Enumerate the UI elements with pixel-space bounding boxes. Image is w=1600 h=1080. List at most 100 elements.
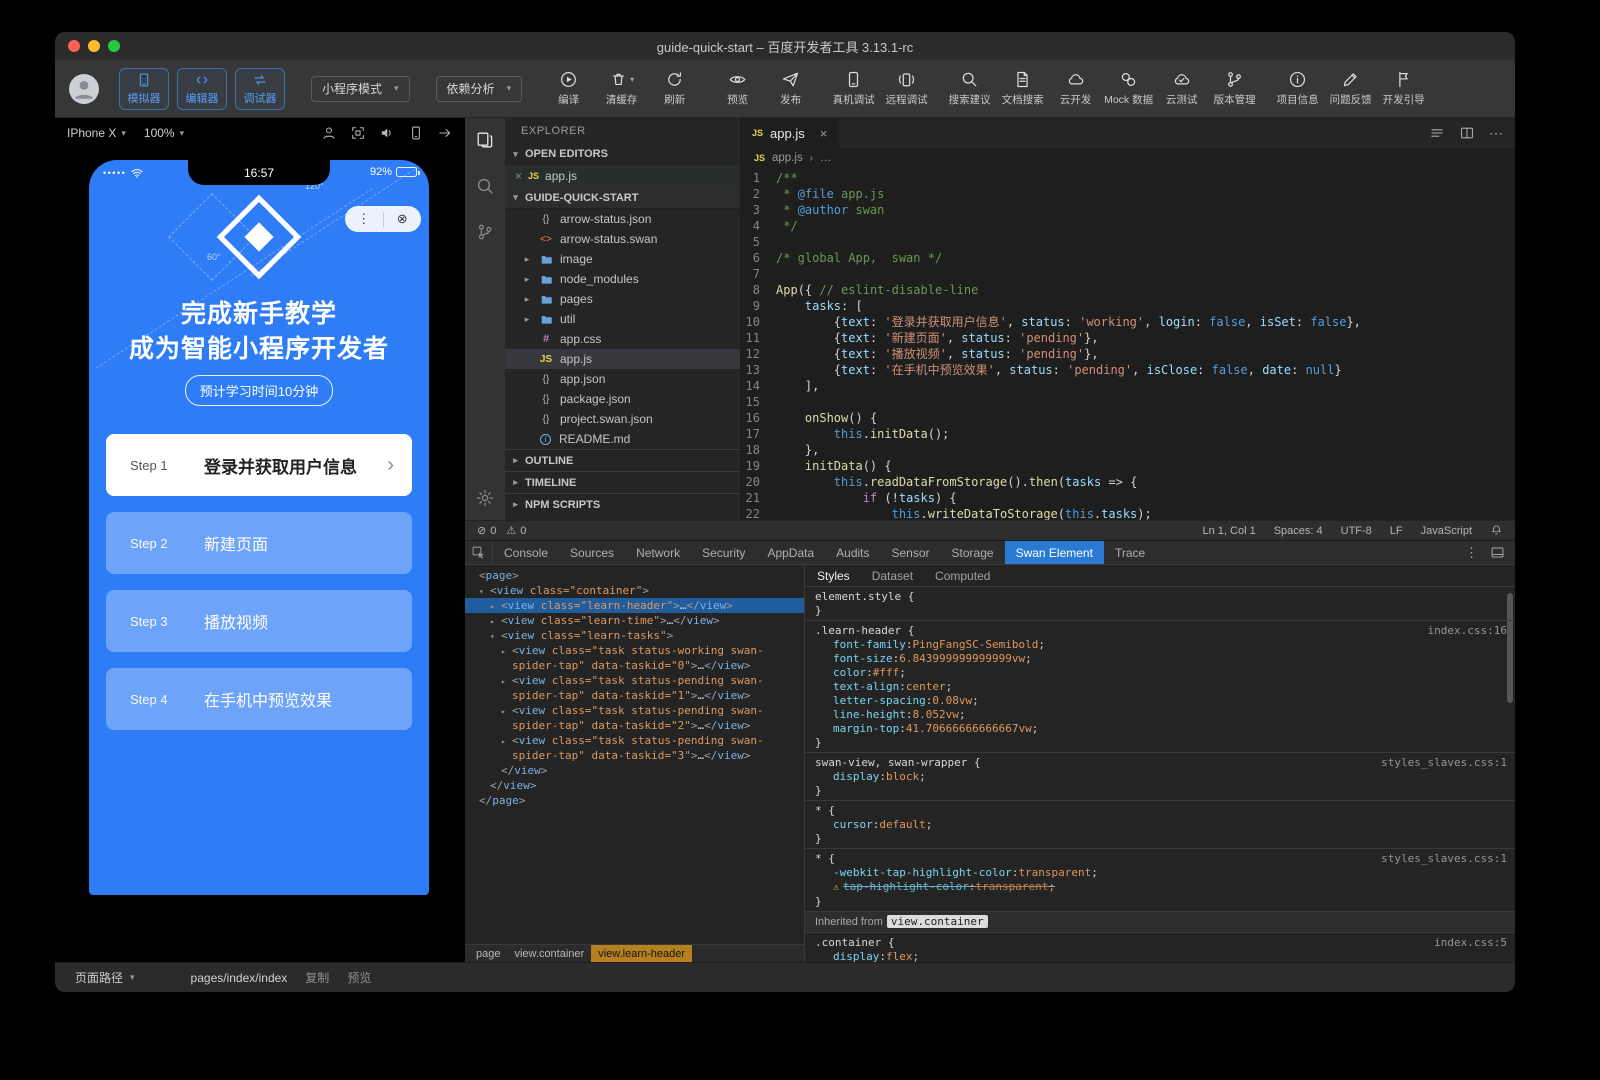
simulator-mode-button[interactable]: 模拟器: [119, 68, 169, 110]
inherited-selector-chip[interactable]: view.container: [887, 915, 988, 928]
cursor-position[interactable]: Ln 1, Col 1: [1203, 525, 1256, 537]
editor-mode-button[interactable]: 编辑器: [177, 68, 227, 110]
miniprogram-mode-dropdown[interactable]: 小程序模式 ▾: [311, 76, 410, 102]
notifications-bell-icon[interactable]: [1490, 524, 1503, 537]
dependency-analysis-dropdown[interactable]: 依赖分析 ▾: [436, 76, 523, 102]
element-node[interactable]: ▾<view class="learn-tasks">: [465, 628, 804, 643]
toolbar-action-version[interactable]: 版本管理: [1208, 70, 1261, 107]
file-util[interactable]: ▸util: [505, 309, 740, 329]
user-avatar[interactable]: [69, 74, 99, 104]
elements-breadcrumb-item[interactable]: view.container: [507, 945, 591, 963]
step-card-4[interactable]: Step 4 在手机中预览效果: [106, 668, 412, 730]
file-app.css[interactable]: #app.css: [505, 329, 740, 349]
file-project.swan.json[interactable]: {}project.swan.json: [505, 409, 740, 429]
step-card-1[interactable]: Step 1 登录并获取用户信息 ›: [106, 434, 412, 496]
zoom-window-button[interactable]: [108, 40, 120, 52]
expand-arrow-icon[interactable]: ▸: [501, 644, 506, 659]
element-node[interactable]: ▸<view class="learn-header">…</view>: [465, 598, 804, 613]
file-app.json[interactable]: {}app.json: [505, 369, 740, 389]
element-node[interactable]: ▸<view class="learn-time">…</view>: [465, 613, 804, 628]
element-node[interactable]: ▸<view class="task status-pending swan-s…: [465, 673, 804, 703]
indentation[interactable]: Spaces: 4: [1274, 525, 1323, 537]
problems-warnings[interactable]: ⚠ 0: [506, 524, 526, 537]
code-editor[interactable]: 1/**2 * @file app.js3 * @author swan4 */…: [740, 168, 1515, 520]
explorer-icon[interactable]: [475, 130, 495, 150]
close-tab-icon[interactable]: ×: [820, 126, 828, 141]
open-editor-app-js[interactable]: × JS app.js: [505, 165, 740, 187]
breadcrumb[interactable]: JS app.js › …: [740, 148, 1515, 168]
expand-arrow-icon[interactable]: ▾: [479, 584, 484, 599]
section-timeline[interactable]: ▸TIMELINE: [505, 471, 740, 493]
step-card-2[interactable]: Step 2 新建页面: [106, 512, 412, 574]
project-root-folder[interactable]: ▾ GUIDE-QUICK-START: [505, 187, 740, 209]
dock-panel-icon[interactable]: [1490, 545, 1505, 560]
capsule-menu-icon[interactable]: ⋮: [345, 206, 383, 232]
kebab-menu-icon[interactable]: ⋮: [1465, 545, 1478, 561]
close-icon[interactable]: ×: [515, 169, 522, 183]
expand-arrow-icon[interactable]: ▾: [490, 629, 495, 644]
stylesheet-link[interactable]: index.css:5: [1434, 936, 1507, 950]
devtools-tab-network[interactable]: Network: [625, 541, 691, 564]
breadcrumb-item[interactable]: …: [820, 152, 832, 164]
encoding[interactable]: UTF-8: [1341, 525, 1372, 537]
expand-arrow-icon[interactable]: ▸: [501, 734, 506, 749]
element-node[interactable]: ▾<view class="container">: [465, 583, 804, 598]
file-package.json[interactable]: {}package.json: [505, 389, 740, 409]
devtools-tab-trace[interactable]: Trace: [1104, 541, 1156, 564]
elements-breadcrumb-item[interactable]: view.learn-header: [591, 945, 692, 963]
toolbar-action-remote-debug[interactable]: 远程调试: [880, 70, 933, 107]
expand-arrow-icon[interactable]: ▸: [490, 599, 495, 614]
stylesheet-link[interactable]: styles_slaves.css:1: [1381, 756, 1507, 770]
elements-breadcrumb-item[interactable]: page: [469, 945, 507, 963]
file-arrow-status.json[interactable]: {}arrow-status.json: [505, 209, 740, 229]
expand-arrow-icon[interactable]: ▸: [490, 614, 495, 629]
toolbar-action-compile[interactable]: 编译: [542, 70, 595, 107]
toolbar-action-publish[interactable]: 发布: [764, 70, 817, 107]
element-node[interactable]: ▸<view class="task status-pending swan-s…: [465, 703, 804, 733]
section-npm-scripts[interactable]: ▸NPM SCRIPTS: [505, 493, 740, 515]
audio-icon[interactable]: [379, 125, 395, 141]
source-control-icon[interactable]: [475, 222, 495, 242]
tab-styles[interactable]: Styles: [807, 569, 860, 583]
element-node[interactable]: </page>: [465, 793, 804, 808]
search-icon[interactable]: [475, 176, 495, 196]
page-path-label[interactable]: 页面路径: [75, 969, 123, 986]
stylesheet-link[interactable]: styles_slaves.css:1: [1381, 852, 1507, 866]
tab-dataset[interactable]: Dataset: [862, 569, 923, 583]
expand-arrow-icon[interactable]: ▸: [501, 674, 506, 689]
file-app.js[interactable]: JSapp.js: [505, 349, 740, 369]
more-actions-icon[interactable]: ⋯: [1489, 125, 1503, 142]
stylesheet-link[interactable]: index.css:16: [1428, 624, 1507, 638]
toolbar-action-clear[interactable]: ▾清缓存: [595, 70, 648, 107]
toolbar-action-device-debug[interactable]: 真机调试: [827, 70, 880, 107]
element-node[interactable]: ▸<view class="task status-pending swan-s…: [465, 733, 804, 763]
devtools-tab-swan-element[interactable]: Swan Element: [1005, 541, 1104, 564]
devtools-tab-security[interactable]: Security: [691, 541, 756, 564]
copy-path-button[interactable]: 复制: [305, 969, 329, 986]
scan-icon[interactable]: [350, 125, 366, 141]
debugger-mode-button[interactable]: 调试器: [235, 68, 285, 110]
element-node[interactable]: ▸<view class="task status-working swan-s…: [465, 643, 804, 673]
step-card-3[interactable]: Step 3 播放视频: [106, 590, 412, 652]
close-window-button[interactable]: [68, 40, 80, 52]
toolbar-action-search-suggest[interactable]: 搜索建议: [943, 70, 996, 107]
devtools-tab-audits[interactable]: Audits: [825, 541, 880, 564]
section-outline[interactable]: ▸OUTLINE: [505, 449, 740, 471]
device-icon[interactable]: [408, 125, 424, 141]
toolbar-action-cloud-test[interactable]: 云测试: [1155, 70, 1208, 107]
toolbar-action-doc-search[interactable]: 文档搜索: [996, 70, 1049, 107]
eol-type[interactable]: LF: [1390, 525, 1403, 537]
toolbar-action-preview[interactable]: 预览: [711, 70, 764, 107]
expand-arrow-icon[interactable]: ▸: [501, 704, 506, 719]
devtools-tab-console[interactable]: Console: [493, 541, 559, 564]
devtools-tab-sources[interactable]: Sources: [559, 541, 625, 564]
devtools-tab-storage[interactable]: Storage: [941, 541, 1005, 564]
open-editors-section[interactable]: ▾ OPEN EDITORS: [505, 143, 740, 165]
zoom-select[interactable]: 100% ▾: [144, 126, 184, 140]
open-external-icon[interactable]: [437, 125, 453, 141]
element-node[interactable]: </view>: [465, 763, 804, 778]
file-arrow-status.swan[interactable]: <>arrow-status.swan: [505, 229, 740, 249]
toolbar-action-feedback[interactable]: 问题反馈: [1324, 70, 1377, 107]
split-editor-icon[interactable]: [1459, 125, 1475, 141]
breadcrumb-item[interactable]: app.js: [772, 152, 803, 164]
